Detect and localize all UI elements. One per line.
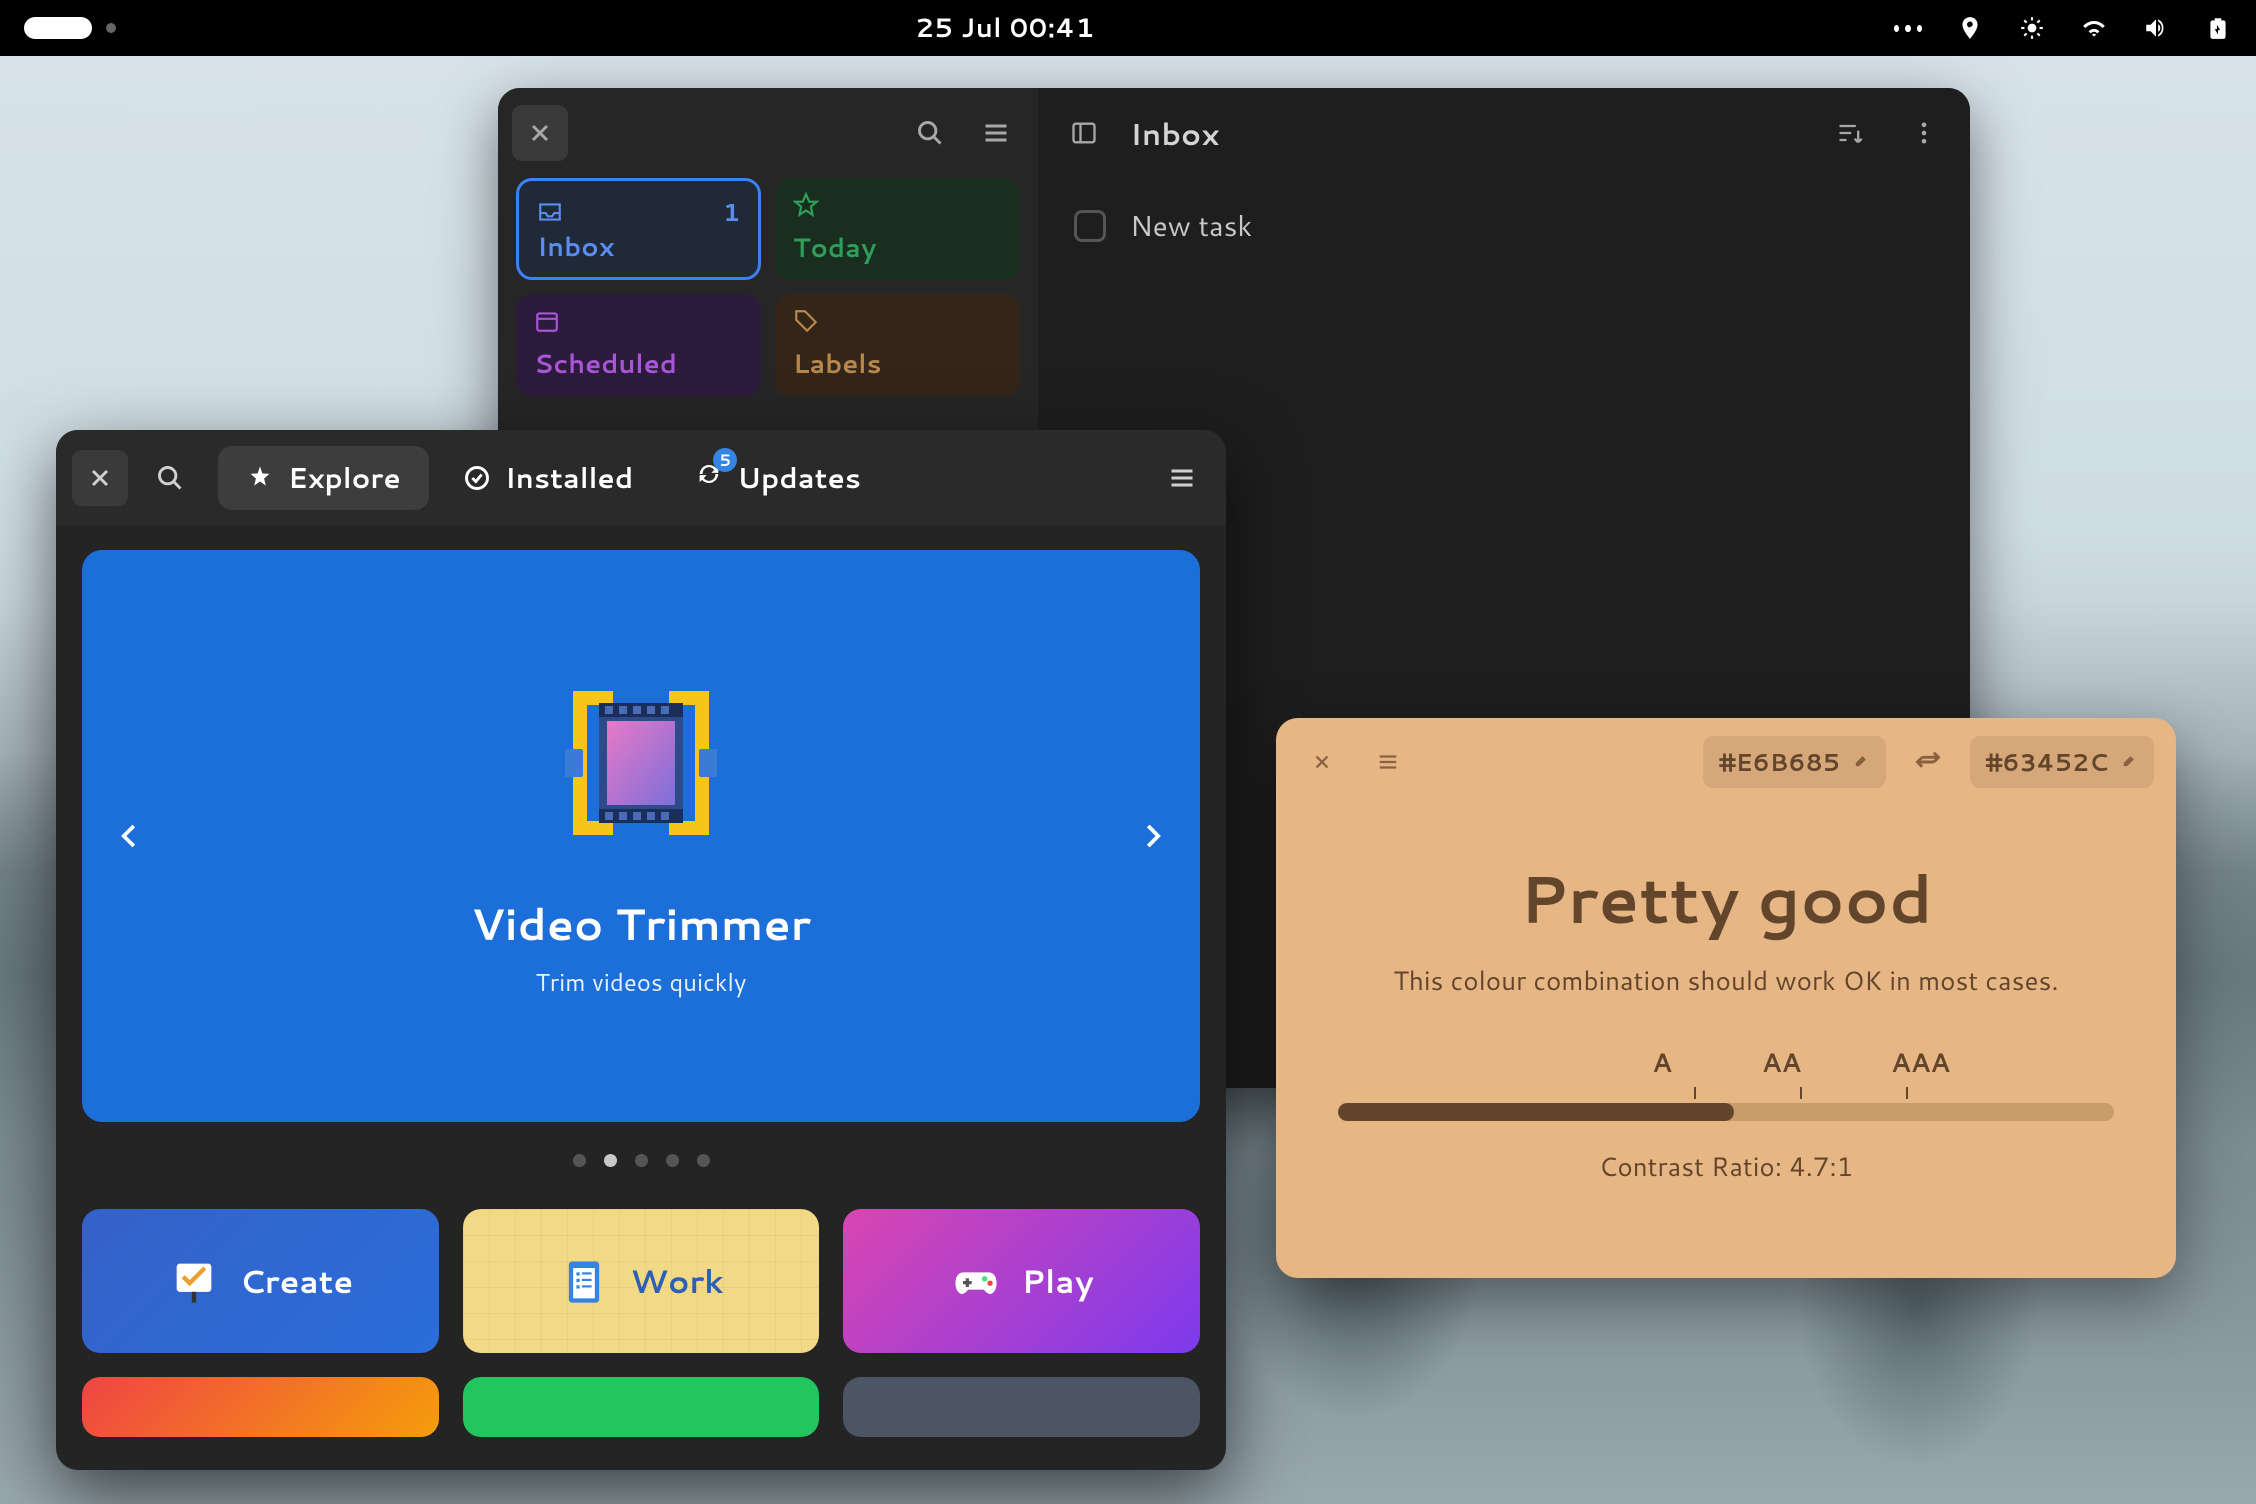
eyedropper-icon xyxy=(2118,752,2138,772)
hero-banner[interactable]: Video Trimmer Trim videos quickly xyxy=(82,550,1200,1122)
hamburger-button[interactable] xyxy=(968,105,1024,161)
level-aaa: AAA xyxy=(1891,1045,1950,1081)
pager-dot[interactable] xyxy=(697,1154,710,1167)
tab-installed-label: Installed xyxy=(505,458,634,498)
star-icon xyxy=(793,192,819,218)
inbox-count: 1 xyxy=(723,195,740,229)
swap-button[interactable] xyxy=(1904,738,1952,786)
contrast-bar-fill xyxy=(1338,1103,1734,1121)
new-task-row[interactable]: New task xyxy=(1038,178,1970,274)
tab-explore-label: Explore xyxy=(288,458,401,498)
category-tile[interactable] xyxy=(463,1377,820,1437)
color-1-field[interactable]: #E6B685 xyxy=(1703,736,1886,788)
new-task-label: New task xyxy=(1130,206,1252,246)
tab-installed[interactable]: Installed xyxy=(435,446,662,510)
sort-button[interactable] xyxy=(1822,105,1878,161)
hamburger-button[interactable] xyxy=(1364,738,1412,786)
workspace-dot[interactable] xyxy=(106,23,116,33)
gamepad-icon xyxy=(950,1255,1002,1307)
sidebar-toggle-button[interactable] xyxy=(1056,105,1112,161)
category-work-label: Work xyxy=(630,1259,723,1304)
contrast-heading: Pretty good xyxy=(1338,852,2114,945)
contrast-description: This colour combination should work OK i… xyxy=(1338,963,2114,999)
card-today[interactable]: Today xyxy=(775,178,1020,280)
inbox-label: Inbox xyxy=(537,229,740,265)
category-work[interactable]: Work xyxy=(463,1209,820,1353)
contrast-ratio: Contrast Ratio: 4.7:1 xyxy=(1338,1149,2114,1185)
category-tile[interactable] xyxy=(843,1377,1200,1437)
pager xyxy=(82,1154,1200,1167)
card-inbox[interactable]: 1 Inbox xyxy=(516,178,761,280)
top-bar: 25 Jul 00:41 xyxy=(0,0,2256,56)
category-create-label: Create xyxy=(240,1259,354,1304)
scale-labels: A AA AAA xyxy=(1488,1045,2114,1081)
easel-icon xyxy=(168,1255,220,1307)
battery-icon[interactable] xyxy=(2204,14,2232,42)
brightness-icon[interactable] xyxy=(2018,14,2046,42)
calendar-icon xyxy=(534,308,560,334)
pager-dot[interactable] xyxy=(573,1154,586,1167)
checkbox[interactable] xyxy=(1074,210,1106,242)
activities-pill[interactable] xyxy=(24,17,92,39)
tab-updates-label: Updates xyxy=(737,458,861,498)
hero-subtitle: Trim videos quickly xyxy=(536,965,747,999)
scheduled-label: Scheduled xyxy=(534,346,743,382)
color-2-field[interactable]: #63452C xyxy=(1970,736,2154,788)
more-button[interactable] xyxy=(1896,105,1952,161)
color-1-value: #E6B685 xyxy=(1719,745,1840,779)
software-window: Explore Installed 5 Updates xyxy=(56,430,1226,1470)
tab-explore[interactable]: Explore xyxy=(218,446,429,510)
search-button[interactable] xyxy=(902,105,958,161)
scale-ticks xyxy=(1488,1087,2114,1099)
today-label: Today xyxy=(793,230,1002,266)
category-tile[interactable] xyxy=(82,1377,439,1437)
hero-title: Video Trimmer xyxy=(471,893,811,955)
level-aa: AA xyxy=(1762,1045,1801,1081)
updates-icon: 5 xyxy=(695,458,723,498)
search-button[interactable] xyxy=(142,450,198,506)
hero-prev[interactable] xyxy=(108,814,152,858)
eyedropper-icon xyxy=(1850,752,1870,772)
main-title: Inbox xyxy=(1130,112,1219,155)
inbox-icon xyxy=(537,199,563,225)
hero-next[interactable] xyxy=(1130,814,1174,858)
category-play[interactable]: Play xyxy=(843,1209,1200,1353)
category-create[interactable]: Create xyxy=(82,1209,439,1353)
hamburger-button[interactable] xyxy=(1154,450,1210,506)
close-button[interactable] xyxy=(512,105,568,161)
pager-dot[interactable] xyxy=(635,1154,648,1167)
pager-dot[interactable] xyxy=(604,1154,617,1167)
card-labels[interactable]: Labels xyxy=(775,294,1020,396)
close-button[interactable] xyxy=(72,450,128,506)
contrast-bar xyxy=(1338,1103,2114,1121)
clipboard-icon xyxy=(558,1255,610,1307)
updates-badge: 5 xyxy=(713,448,737,472)
color-2-value: #63452C xyxy=(1986,745,2108,779)
card-scheduled[interactable]: Scheduled xyxy=(516,294,761,396)
labels-label: Labels xyxy=(793,346,1002,382)
contrast-window: #E6B685 #63452C Pretty good This colour … xyxy=(1276,718,2176,1278)
video-trimmer-icon xyxy=(551,673,731,853)
overflow-icon[interactable] xyxy=(1894,14,1922,42)
clock[interactable]: 25 Jul 00:41 xyxy=(915,10,1094,46)
category-play-label: Play xyxy=(1022,1259,1094,1304)
tag-icon xyxy=(793,308,819,334)
level-a: A xyxy=(1652,1045,1672,1081)
location-icon[interactable] xyxy=(1956,14,1984,42)
wifi-icon[interactable] xyxy=(2080,14,2108,42)
volume-icon[interactable] xyxy=(2142,14,2170,42)
tab-updates[interactable]: 5 Updates xyxy=(667,446,889,510)
pager-dot[interactable] xyxy=(666,1154,679,1167)
close-button[interactable] xyxy=(1298,738,1346,786)
